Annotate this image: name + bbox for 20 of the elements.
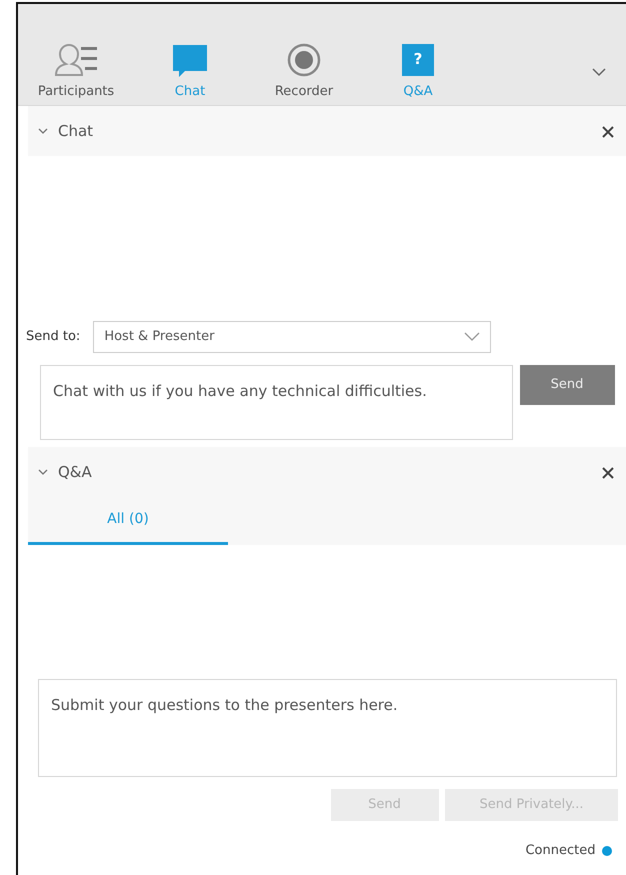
toolbar-tab[interactable]: Chat [134,42,246,101]
panel-title: Chat [58,120,94,142]
chevron-down-icon[interactable] [592,68,606,78]
toolbar-tab[interactable]: Participants [20,42,132,101]
panel-title: Q&A [58,462,92,483]
question-icon: ? [402,44,434,76]
chevron-down-icon[interactable] [38,468,48,476]
toolbar-tab[interactable]: ? Q&A [362,42,474,101]
send-to-label: Send to: [26,328,80,346]
close-icon[interactable] [602,466,614,479]
record-icon [286,42,322,78]
chevron-down-icon [464,332,480,342]
chevron-down-icon[interactable] [38,128,48,134]
send-button[interactable]: Send [520,365,614,405]
status-text: Connected [525,842,596,860]
chat-input[interactable]: Chat with us if you have any technical difficulties. [40,365,513,440]
recipient-dropdown[interactable]: Host & Presenter [93,321,492,353]
toolbar-tab[interactable]: Recorder [248,42,360,101]
close-icon[interactable] [602,126,614,138]
question-input[interactable]: Submit your questions to the presenters here. [38,679,617,777]
